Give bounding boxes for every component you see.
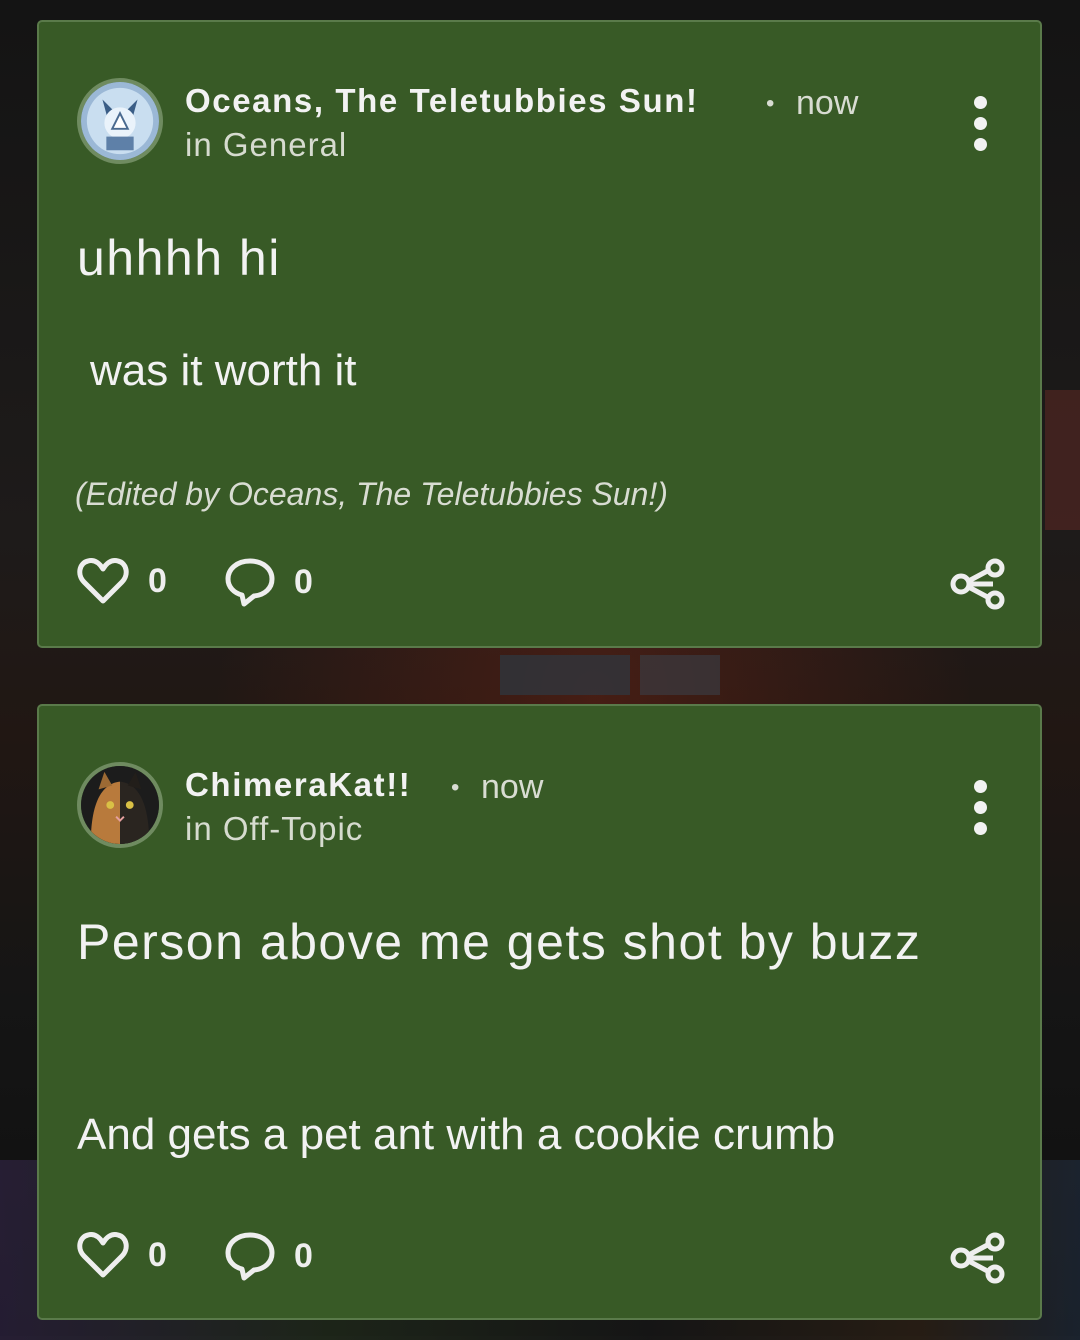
post-menu-button[interactable]: [968, 96, 992, 156]
menu-dot-icon: [973, 801, 987, 814]
post-time: now: [481, 768, 544, 806]
author-avatar[interactable]: [77, 78, 163, 164]
avatar-image: [81, 82, 159, 160]
heart-icon: [77, 558, 129, 604]
background-window: [640, 655, 720, 695]
author-name[interactable]: ChimeraKat!!: [185, 766, 411, 804]
like-count: 0: [148, 1235, 167, 1274]
comment-count: 0: [294, 562, 313, 601]
author-avatar[interactable]: [77, 762, 163, 848]
comment-button[interactable]: 0: [224, 556, 313, 608]
post-card[interactable]: Oceans, The Teletubbies Sun! • now in Ge…: [37, 20, 1042, 648]
share-icon: [950, 558, 1005, 610]
post-menu-button[interactable]: [968, 780, 992, 840]
comment-bubble-icon: [225, 1232, 275, 1281]
share-button[interactable]: [949, 558, 1009, 610]
share-button[interactable]: [949, 1232, 1009, 1284]
comment-count: 0: [294, 1236, 313, 1275]
post-body: was it worth it: [90, 346, 357, 395]
share-icon: [950, 1232, 1005, 1284]
like-button[interactable]: 0: [76, 556, 167, 606]
meta-separator: •: [766, 90, 775, 117]
avatar-image: [81, 766, 159, 844]
edited-note: (Edited by Oceans, The Teletubbies Sun!): [75, 476, 668, 512]
meta-separator: •: [451, 774, 460, 801]
background-wall: [1045, 390, 1080, 530]
post-title: uhhhh hi: [77, 230, 281, 286]
post-body: And gets a pet ant with a cookie crumb: [77, 1110, 836, 1159]
comment-button[interactable]: 0: [224, 1230, 313, 1282]
like-count: 0: [148, 561, 167, 600]
post-time: now: [796, 84, 859, 122]
heart-icon: [77, 1232, 129, 1278]
post-category[interactable]: in General: [185, 126, 347, 164]
menu-dot-icon: [973, 822, 987, 835]
author-name[interactable]: Oceans, The Teletubbies Sun!: [185, 82, 699, 120]
post-card[interactable]: ChimeraKat!! • now in Off-Topic Person a…: [37, 704, 1042, 1320]
background-window: [500, 655, 630, 695]
post-category[interactable]: in Off-Topic: [185, 810, 363, 848]
menu-dot-icon: [973, 780, 987, 793]
menu-dot-icon: [973, 138, 987, 151]
post-title: Person above me gets shot by buzz: [77, 914, 922, 970]
menu-dot-icon: [973, 117, 987, 130]
comment-bubble-icon: [225, 558, 275, 607]
like-button[interactable]: 0: [76, 1230, 167, 1280]
menu-dot-icon: [973, 96, 987, 109]
